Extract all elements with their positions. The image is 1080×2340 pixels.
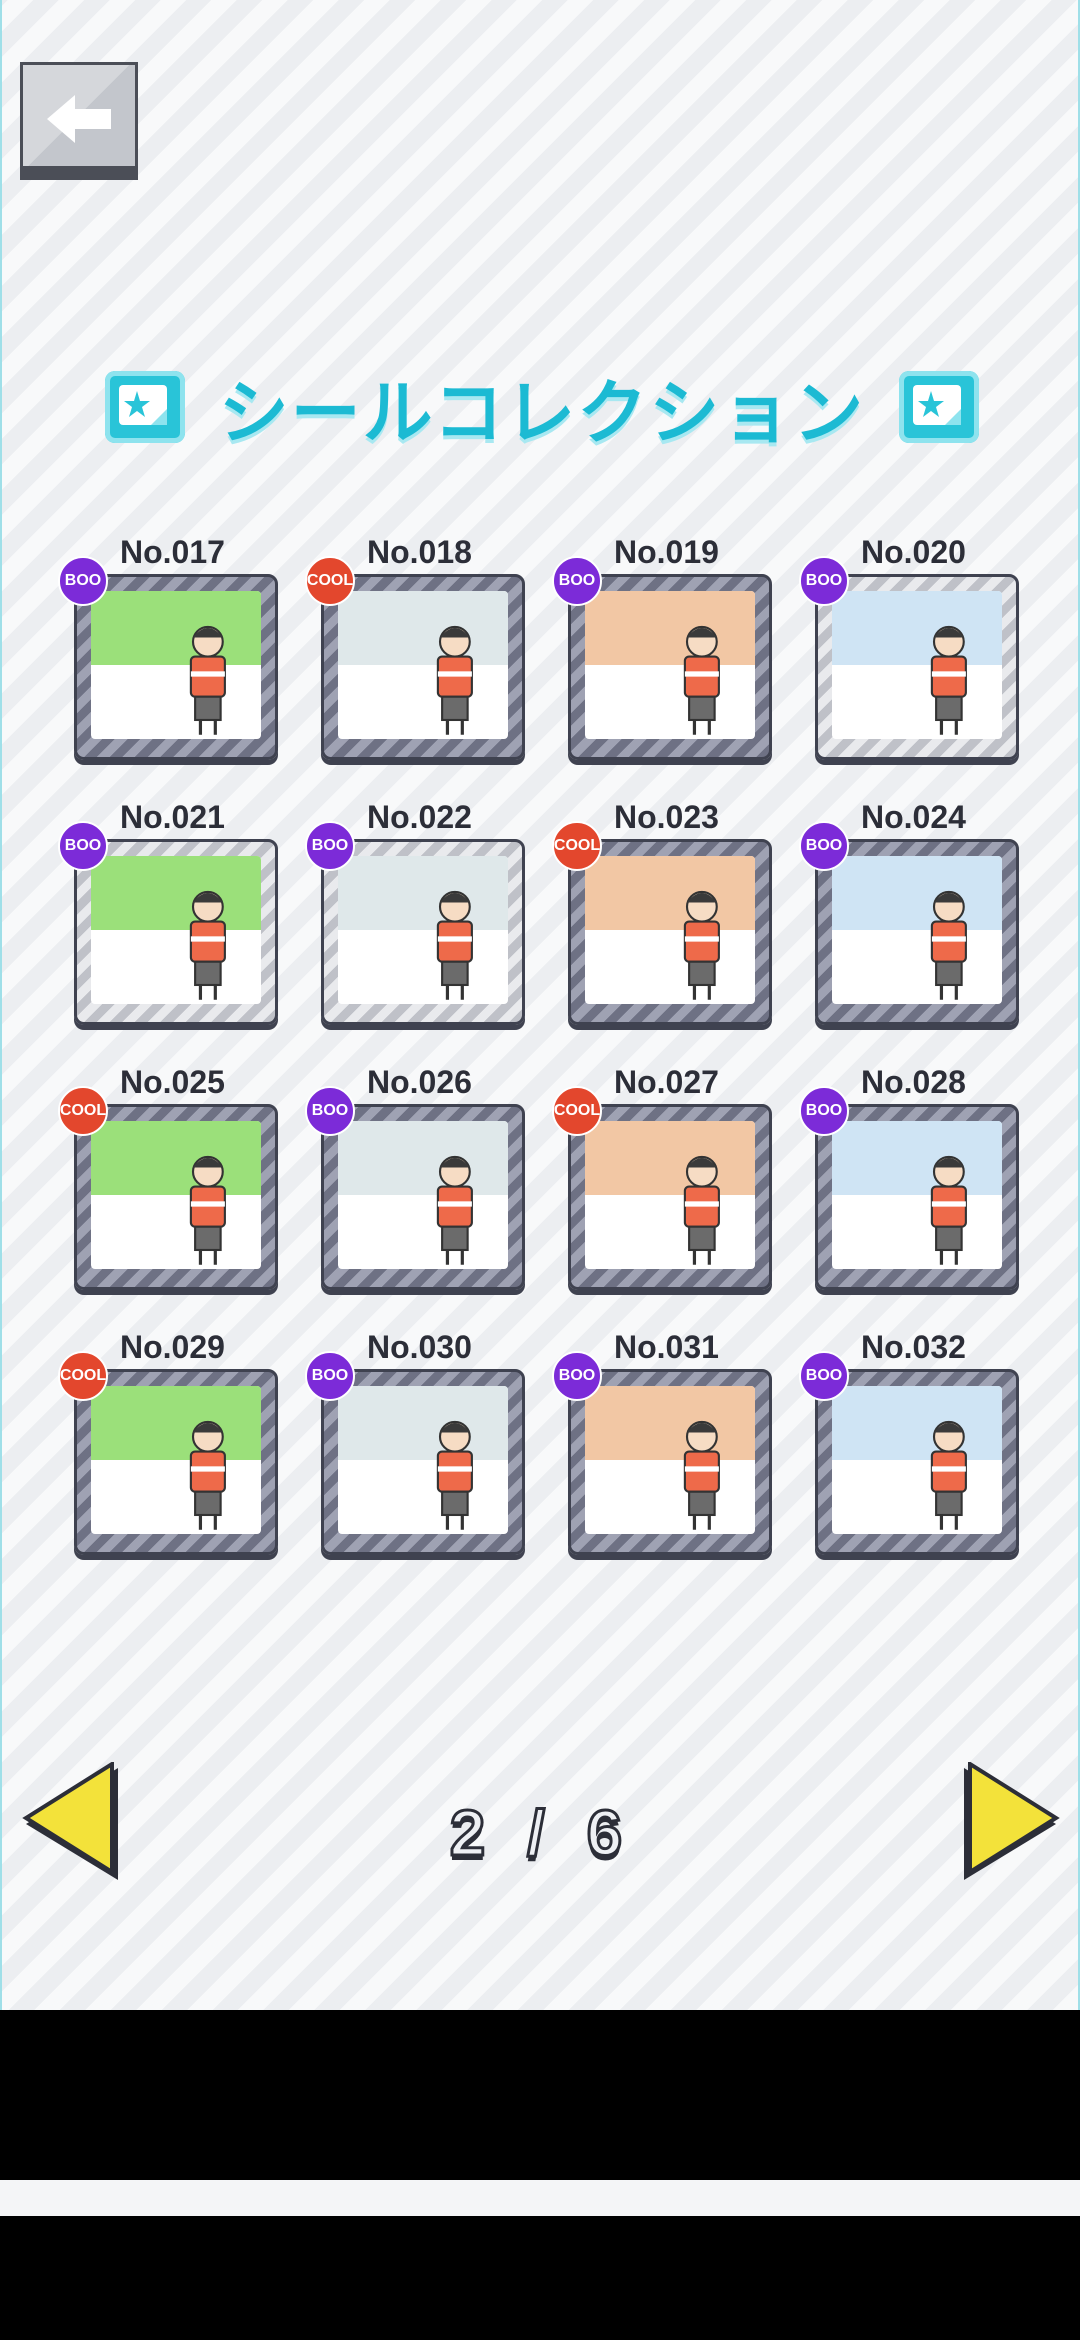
- sticker-frame: [321, 574, 525, 760]
- back-button[interactable]: [20, 62, 138, 180]
- sticker-illustration: [832, 1386, 1002, 1534]
- sticker-frame: [74, 1104, 278, 1290]
- sticker-tag-badge: BOO: [799, 821, 849, 871]
- sticker-number: No.020: [861, 534, 966, 570]
- system-bar-strip: [0, 2180, 1080, 2216]
- sticker-illustration: [338, 856, 508, 1004]
- sticker-card[interactable]: No.025 COOL: [58, 1060, 278, 1290]
- sticker-tag-badge: BOO: [58, 821, 108, 871]
- sticker-card[interactable]: No.026 BOO: [305, 1060, 525, 1290]
- back-arrow-icon: [47, 95, 111, 143]
- sticker-illustration: [338, 1121, 508, 1269]
- sticker-tag-badge: BOO: [58, 556, 108, 606]
- sticker-number: No.017: [120, 534, 225, 570]
- sticker-illustration: [832, 591, 1002, 739]
- sticker-frame: [815, 839, 1019, 1025]
- sticker-illustration: [832, 856, 1002, 1004]
- sticker-tag-badge: BOO: [799, 556, 849, 606]
- sticker-number: No.030: [367, 1329, 472, 1365]
- sticker-tag-badge: COOL: [552, 821, 602, 871]
- sticker-illustration: [91, 1386, 261, 1534]
- sticker-frame: [568, 839, 772, 1025]
- sticker-frame: [321, 1104, 525, 1290]
- sticker-card[interactable]: No.029 COOL: [58, 1325, 278, 1555]
- sticker-card[interactable]: No.030 BOO: [305, 1325, 525, 1555]
- sticker-tag-badge: BOO: [305, 1351, 355, 1401]
- sticker-number: No.025: [120, 1064, 225, 1100]
- sticker-frame: [74, 574, 278, 760]
- sticker-number: No.027: [614, 1064, 719, 1100]
- sticker-tag-badge: BOO: [799, 1086, 849, 1136]
- sticker-frame: [321, 1369, 525, 1555]
- sticker-illustration: [338, 591, 508, 739]
- sticker-illustration: [832, 1121, 1002, 1269]
- sticker-card[interactable]: No.019 BOO: [552, 530, 772, 760]
- title-row: シールコレクション: [2, 362, 1080, 452]
- sticker-illustration: [91, 1121, 261, 1269]
- sticker-number: No.019: [614, 534, 719, 570]
- sticker-card[interactable]: No.017 BOO: [58, 530, 278, 760]
- sticker-tag-badge: BOO: [552, 556, 602, 606]
- sticker-star-icon: [899, 371, 980, 443]
- sticker-number: No.028: [861, 1064, 966, 1100]
- sticker-card[interactable]: No.024 BOO: [799, 795, 1019, 1025]
- app-screen: シールコレクション No.017 BOO No.018 COOL No.019 BOO No…: [0, 0, 1080, 2010]
- sticker-number: No.024: [861, 799, 966, 835]
- sticker-frame: [568, 1104, 772, 1290]
- sticker-frame: [74, 839, 278, 1025]
- sticker-frame: [321, 839, 525, 1025]
- sticker-tag-badge: COOL: [58, 1351, 108, 1401]
- sticker-number: No.023: [614, 799, 719, 835]
- sticker-number: No.029: [120, 1329, 225, 1365]
- sticker-card[interactable]: No.031 BOO: [552, 1325, 772, 1555]
- sticker-number: No.032: [861, 1329, 966, 1365]
- sticker-tag-badge: BOO: [799, 1351, 849, 1401]
- sticker-number: No.018: [367, 534, 472, 570]
- sticker-frame: [815, 1104, 1019, 1290]
- sticker-number: No.026: [367, 1064, 472, 1100]
- sticker-tag-badge: COOL: [58, 1086, 108, 1136]
- sticker-illustration: [585, 856, 755, 1004]
- sticker-star-icon: [104, 371, 185, 443]
- sticker-frame: [815, 574, 1019, 760]
- page-indicator: 2 / 6: [448, 1796, 635, 1871]
- sticker-card[interactable]: No.023 COOL: [552, 795, 772, 1025]
- page-title: シールコレクション: [218, 373, 866, 452]
- next-page-button[interactable]: [960, 1762, 1060, 1886]
- sticker-number: No.021: [120, 799, 225, 835]
- sticker-number: No.031: [614, 1329, 719, 1365]
- sticker-card[interactable]: No.020 BOO: [799, 530, 1019, 760]
- sticker-tag-badge: BOO: [552, 1351, 602, 1401]
- sticker-number: No.022: [367, 799, 472, 835]
- sticker-frame: [568, 574, 772, 760]
- sticker-illustration: [585, 1386, 755, 1534]
- sticker-card[interactable]: No.022 BOO: [305, 795, 525, 1025]
- sticker-card[interactable]: No.032 BOO: [799, 1325, 1019, 1555]
- sticker-tag-badge: BOO: [305, 821, 355, 871]
- sticker-illustration: [91, 856, 261, 1004]
- sticker-card[interactable]: No.027 COOL: [552, 1060, 772, 1290]
- sticker-illustration: [585, 1121, 755, 1269]
- sticker-frame: [74, 1369, 278, 1555]
- sticker-tag-badge: COOL: [305, 556, 355, 606]
- sticker-illustration: [338, 1386, 508, 1534]
- sticker-tag-badge: BOO: [305, 1086, 355, 1136]
- sticker-frame: [568, 1369, 772, 1555]
- sticker-illustration: [91, 591, 261, 739]
- sticker-card[interactable]: No.021 BOO: [58, 795, 278, 1025]
- system-navigation-bar: [0, 2010, 1080, 2340]
- sticker-illustration: [585, 591, 755, 739]
- sticker-card[interactable]: No.028 BOO: [799, 1060, 1019, 1290]
- sticker-card[interactable]: No.018 COOL: [305, 530, 525, 760]
- sticker-frame: [815, 1369, 1019, 1555]
- sticker-tag-badge: COOL: [552, 1086, 602, 1136]
